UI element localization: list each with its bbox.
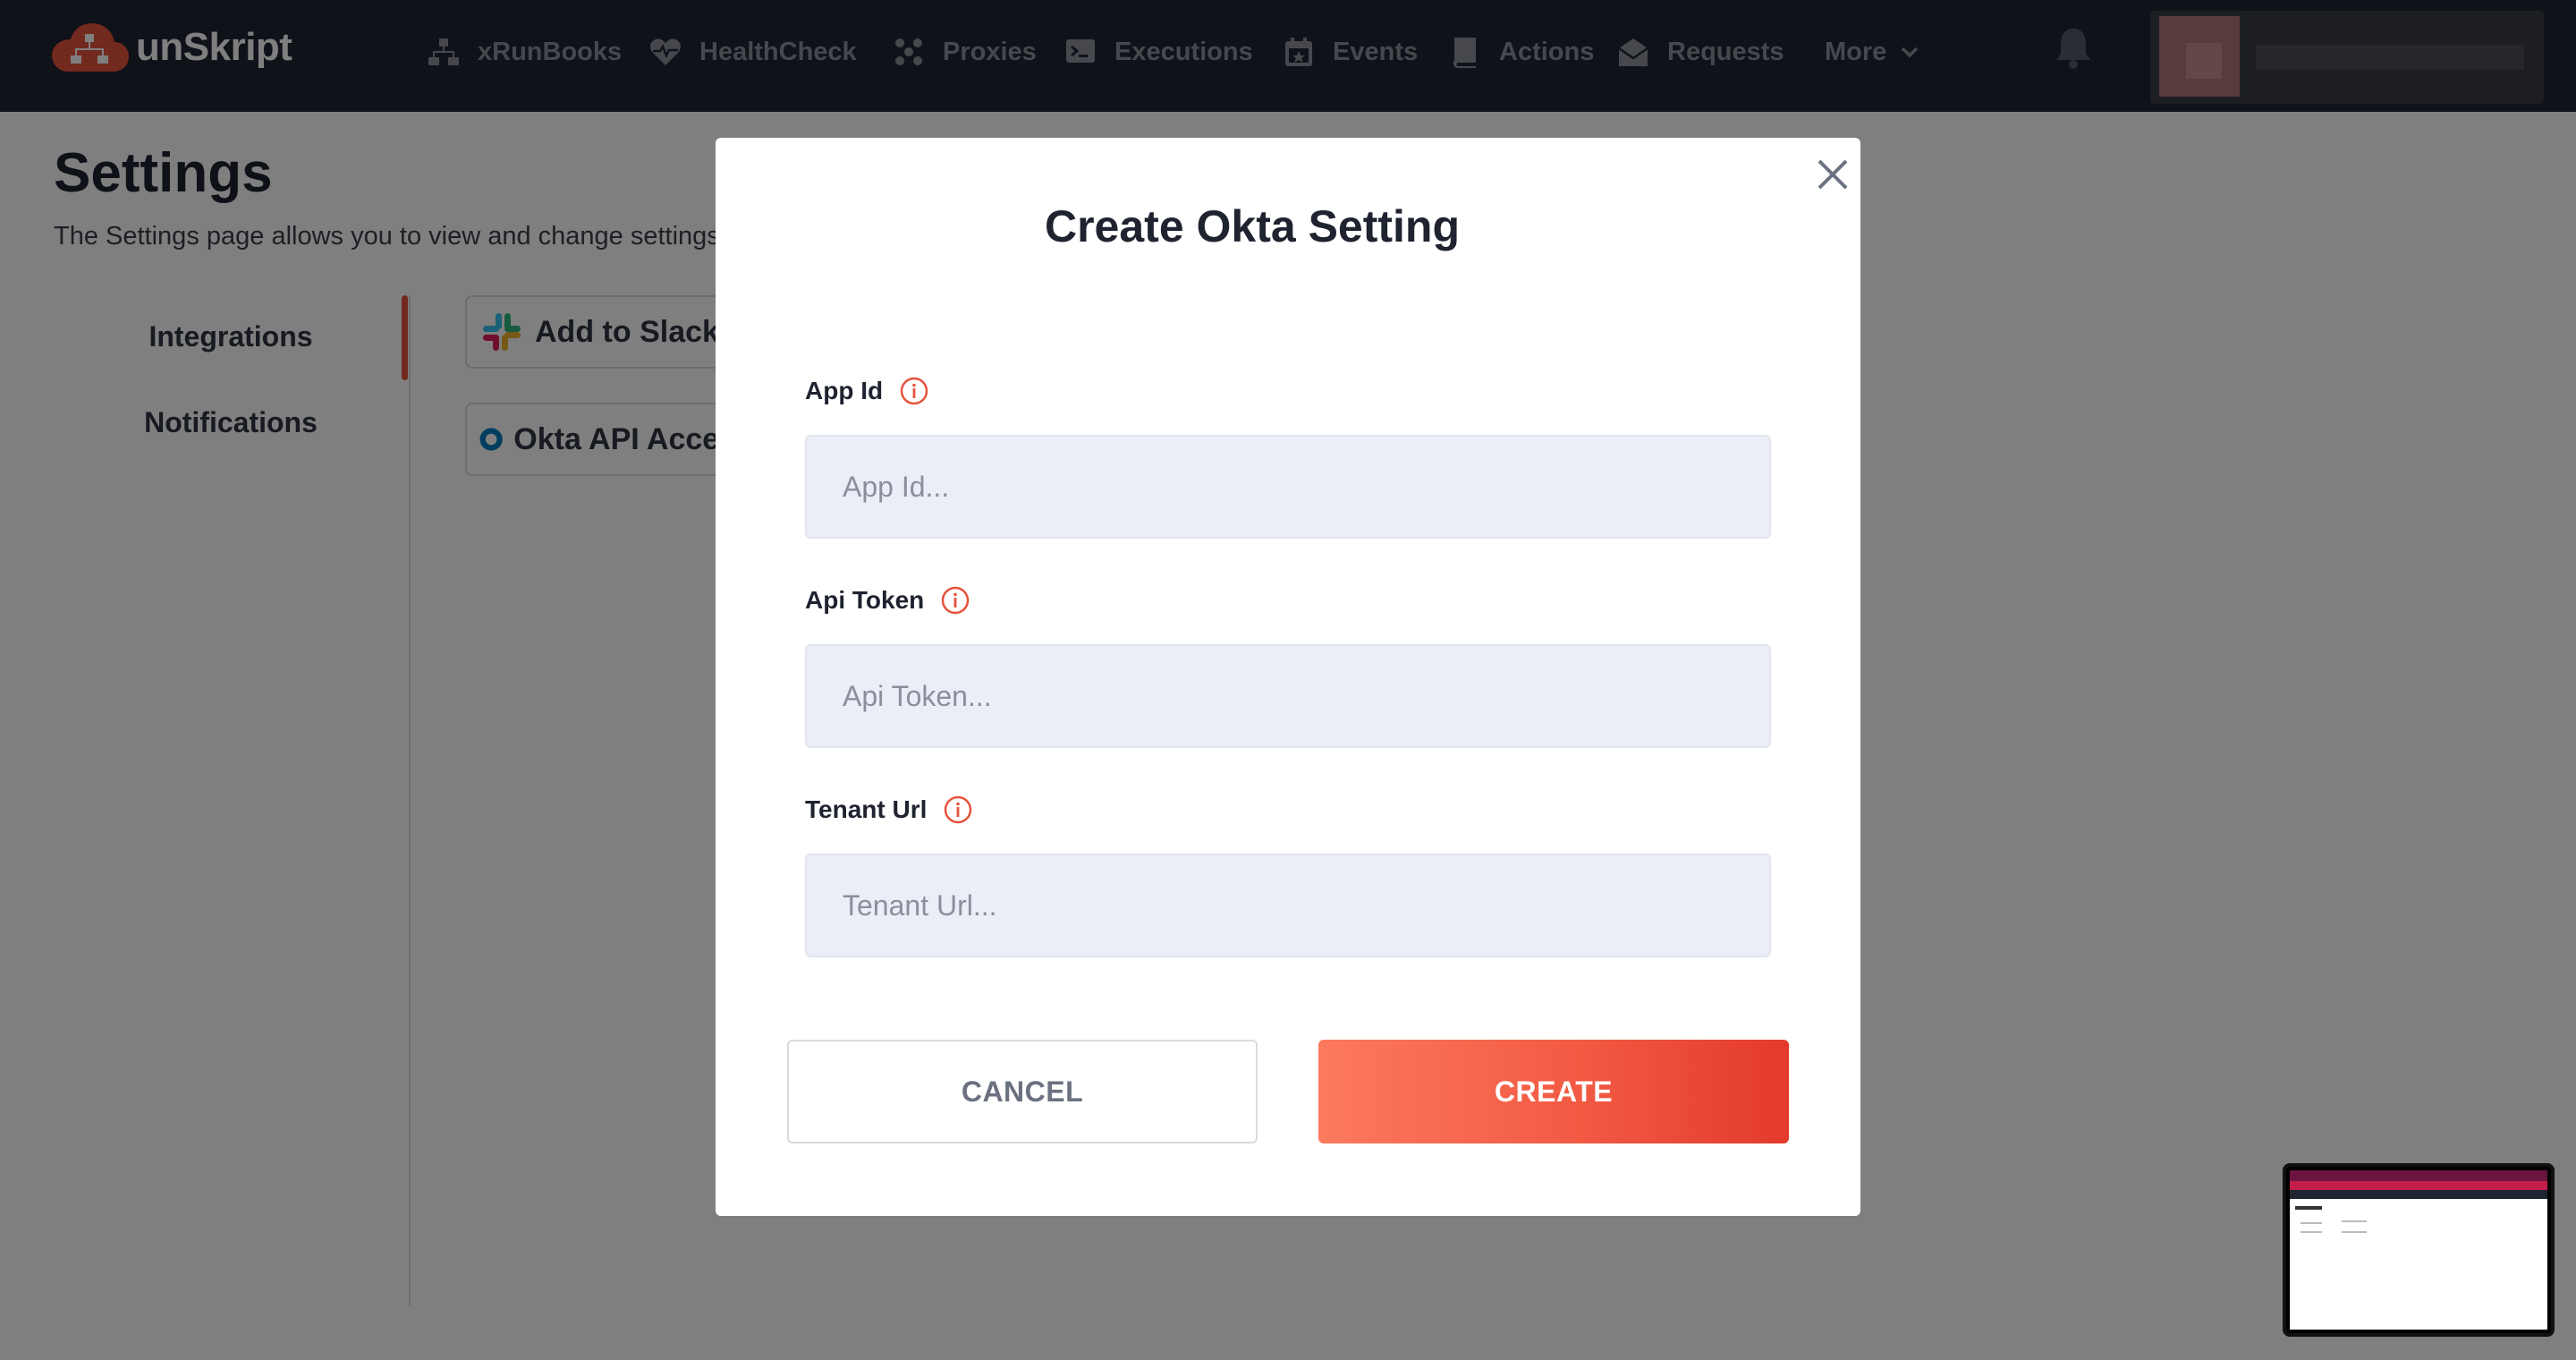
app-id-label: App Id (805, 376, 929, 406)
field-label-text: App Id (805, 377, 884, 404)
thumbnail-line (2301, 1231, 2322, 1233)
thumbnail-title (2295, 1206, 2322, 1210)
tenant-url-label: Tenant Url (805, 795, 973, 825)
screen-preview-thumbnail[interactable] (2283, 1163, 2555, 1337)
tenant-url-input[interactable] (805, 854, 1771, 957)
thumbnail-bar (2290, 1170, 2547, 1181)
modal-title: Create Okta Setting (1044, 201, 1460, 251)
thumbnail-content (2290, 1170, 2547, 1330)
thumbnail-bar (2290, 1190, 2547, 1199)
info-icon[interactable] (899, 376, 929, 406)
close-icon (1818, 159, 1848, 190)
info-icon[interactable] (940, 585, 970, 616)
info-icon[interactable] (943, 795, 973, 825)
create-okta-setting-modal: Create Okta Setting App Id Api Token Ten… (716, 138, 1860, 1216)
thumbnail-line (2342, 1220, 2367, 1222)
thumbnail-bar (2290, 1181, 2547, 1190)
thumbnail-line (2342, 1231, 2367, 1233)
thumbnail-line (2301, 1222, 2322, 1224)
api-token-input[interactable] (805, 644, 1771, 748)
close-modal-button[interactable] (1810, 152, 1855, 197)
api-token-label: Api Token (805, 585, 970, 616)
field-label-text: Api Token (805, 586, 925, 614)
create-button[interactable]: CREATE (1318, 1040, 1789, 1143)
app-id-input[interactable] (805, 435, 1771, 539)
cancel-button[interactable]: CANCEL (787, 1040, 1258, 1143)
field-label-text: Tenant Url (805, 795, 928, 823)
